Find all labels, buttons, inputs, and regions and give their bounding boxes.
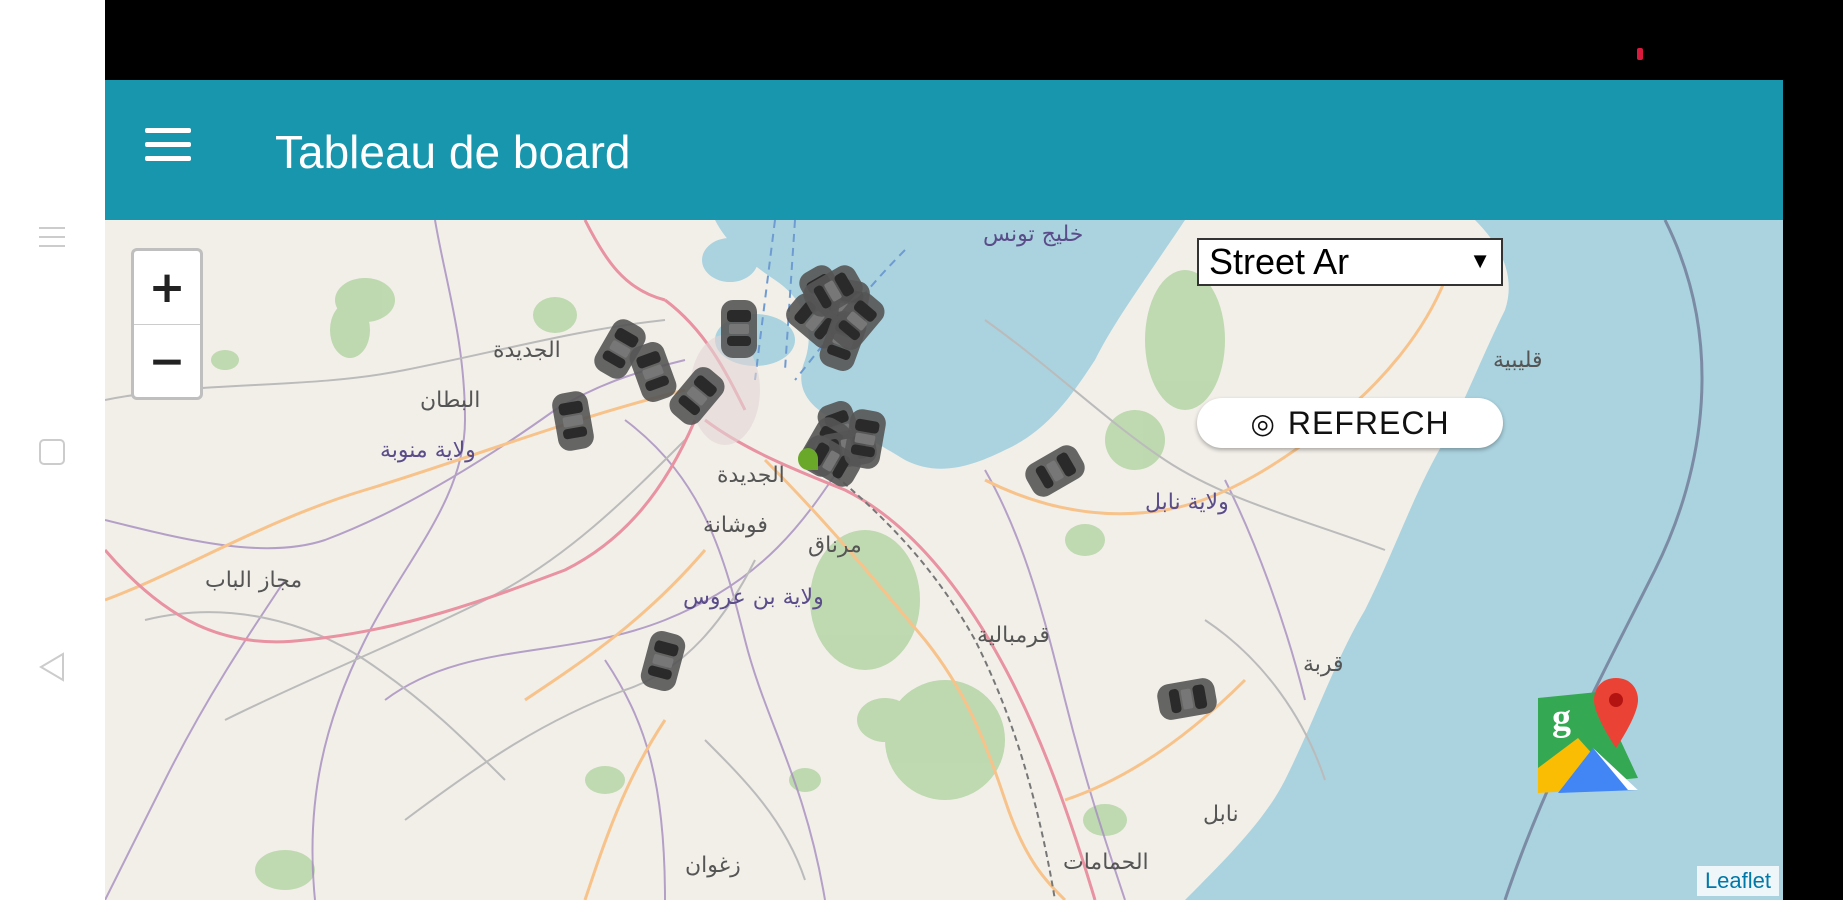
place-label: قرمبالية xyxy=(977,623,1050,648)
place-label: مجاز الباب xyxy=(205,568,303,593)
refresh-button[interactable]: ◎ REFRECH xyxy=(1197,398,1503,448)
zoom-in-button[interactable]: + xyxy=(134,251,200,324)
android-nav-bar xyxy=(0,0,105,900)
layer-select-value: Street Ar xyxy=(1209,241,1350,282)
back-triangle-icon[interactable] xyxy=(30,645,74,689)
refresh-button-label: REFRECH xyxy=(1287,404,1450,441)
zoom-control: + − xyxy=(131,248,203,400)
place-label: نابل xyxy=(1203,802,1239,827)
map-tiles xyxy=(105,220,1783,900)
right-margin xyxy=(1783,0,1843,900)
place-label: ولاية نابل xyxy=(1145,490,1229,515)
leaflet-attribution-link[interactable]: Leaflet xyxy=(1696,866,1779,896)
status-bar xyxy=(105,0,1783,80)
car-marker-icon[interactable] xyxy=(719,298,759,360)
app-bar: Tableau de board xyxy=(105,80,1783,220)
map-view[interactable]: خليج تونس ولاية منوبة البطان الجديدة الج… xyxy=(105,220,1783,900)
location-pin-icon[interactable] xyxy=(798,448,818,470)
menu-lines-icon[interactable] xyxy=(30,215,74,259)
notification-dot xyxy=(1637,48,1643,60)
zoom-out-button[interactable]: − xyxy=(134,325,200,398)
place-label: البطان xyxy=(420,388,481,413)
layer-select[interactable]: Street Ar ▼ xyxy=(1197,238,1503,286)
place-label: زغوان xyxy=(685,853,741,878)
hamburger-menu-icon[interactable] xyxy=(145,128,191,168)
place-label: قليبية xyxy=(1493,348,1543,373)
place-label: خليج تونس xyxy=(983,222,1084,247)
square-icon[interactable] xyxy=(30,430,74,474)
place-label: الجديدة xyxy=(493,338,561,363)
place-label: مرناق xyxy=(808,533,862,558)
place-label: ولاية منوبة xyxy=(380,438,476,463)
place-label: قربة xyxy=(1303,652,1344,677)
place-label: ولاية بن عروس xyxy=(683,585,824,610)
place-label: الحمامات xyxy=(1063,850,1149,875)
target-icon: ◎ xyxy=(1250,407,1276,439)
page-title: Tableau de board xyxy=(275,126,631,178)
google-maps-icon[interactable]: g xyxy=(1538,678,1648,798)
svg-text:g: g xyxy=(1552,697,1571,739)
place-label: الجديدة xyxy=(717,463,785,488)
dropdown-arrow-icon: ▼ xyxy=(1469,248,1491,273)
place-label: فوشانة xyxy=(703,513,768,538)
